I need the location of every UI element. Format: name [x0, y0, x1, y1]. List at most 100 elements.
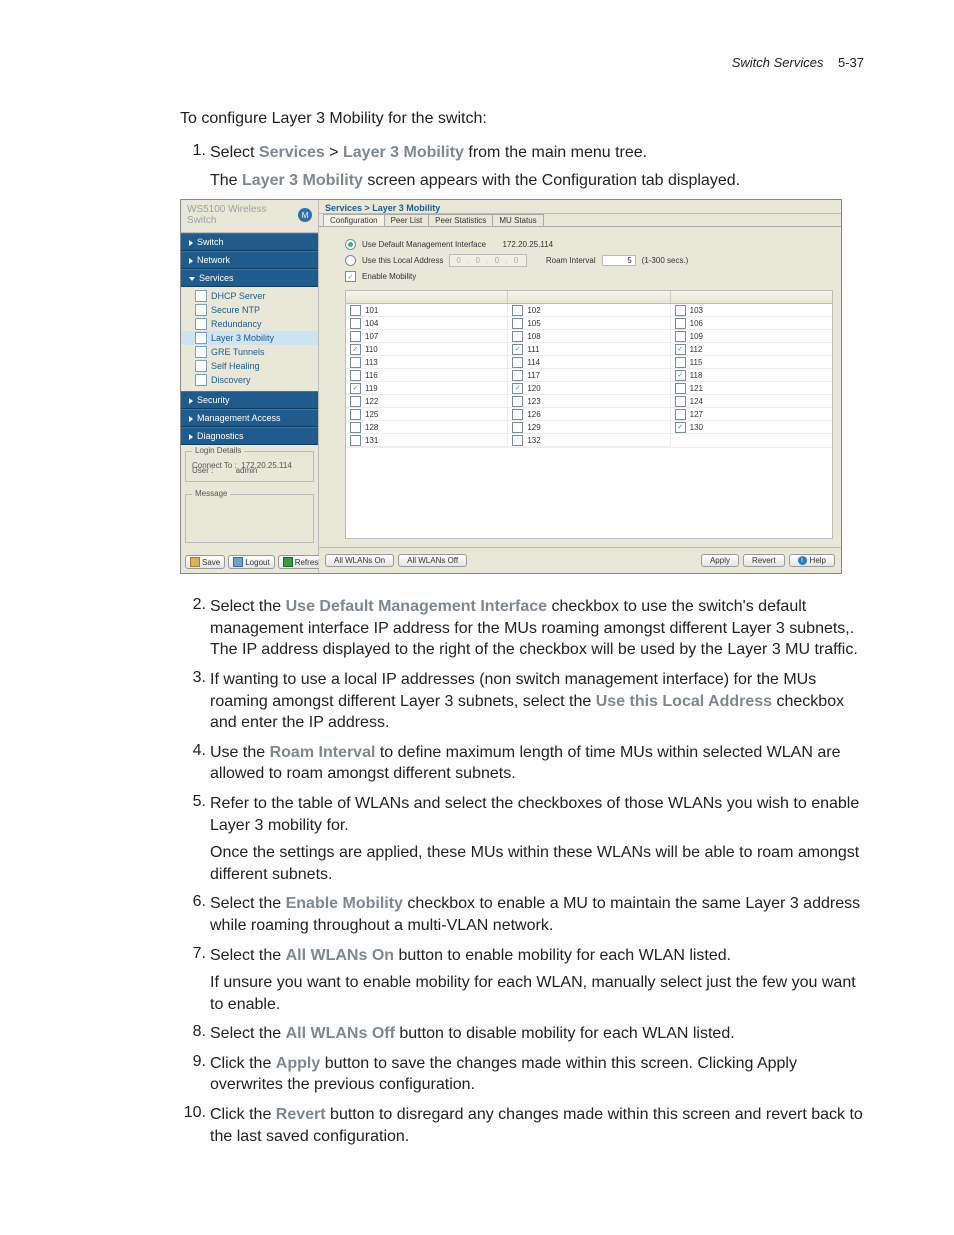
wlan-cell[interactable]: ✓130 — [671, 421, 832, 434]
wlan-checkbox[interactable] — [512, 409, 523, 420]
local-ip-input[interactable]: 0 . 0 . 0 . 0 — [449, 254, 527, 267]
wlan-checkbox[interactable] — [675, 318, 686, 329]
wlan-checkbox[interactable] — [350, 396, 361, 407]
wlan-checkbox[interactable]: ✓ — [675, 344, 686, 355]
wlan-cell[interactable]: 106 — [671, 317, 832, 330]
wlan-checkbox[interactable]: ✓ — [512, 344, 523, 355]
wlan-cell[interactable]: 117 — [508, 369, 669, 382]
wlan-checkbox[interactable] — [512, 331, 523, 342]
wlan-checkbox[interactable]: ✓ — [675, 370, 686, 381]
wlan-cell[interactable]: 116 — [346, 369, 507, 382]
logout-button[interactable]: Logout — [228, 555, 274, 569]
wlan-cell[interactable]: 115 — [671, 356, 832, 369]
server-icon — [195, 290, 207, 302]
tab-mu-status[interactable]: MU Status — [492, 214, 543, 226]
checkbox-enable-mobility[interactable]: ✓ — [345, 271, 356, 282]
wlan-cell[interactable]: 105 — [508, 317, 669, 330]
wlan-checkbox[interactable] — [675, 305, 686, 316]
wlan-checkbox[interactable] — [350, 331, 361, 342]
wlan-checkbox[interactable] — [675, 331, 686, 342]
wlan-checkbox[interactable] — [350, 357, 361, 368]
wlan-cell[interactable]: 124 — [671, 395, 832, 408]
wlan-cell[interactable]: ✓119 — [346, 382, 507, 395]
wlan-cell[interactable]: ✓110 — [346, 343, 507, 356]
wlan-checkbox[interactable] — [675, 383, 686, 394]
wlan-cell[interactable]: 109 — [671, 330, 832, 343]
wlan-checkbox[interactable] — [350, 422, 361, 433]
wlan-cell[interactable]: ✓112 — [671, 343, 832, 356]
wlan-checkbox[interactable]: ✓ — [675, 422, 686, 433]
wlan-checkbox[interactable]: ✓ — [512, 383, 523, 394]
tab-peer-statistics[interactable]: Peer Statistics — [428, 214, 493, 226]
wlan-checkbox[interactable] — [512, 435, 523, 446]
wlan-cell[interactable]: 104 — [346, 317, 507, 330]
subnav-selfhealing[interactable]: Self Healing — [181, 359, 318, 373]
help-button[interactable]: iHelp — [789, 554, 835, 567]
wlan-cell[interactable]: 128 — [346, 421, 507, 434]
wlan-cell[interactable]: 102 — [508, 304, 669, 317]
wlan-id: 121 — [690, 384, 703, 393]
subnav-ntp[interactable]: Secure NTP — [181, 303, 318, 317]
wlan-checkbox[interactable] — [512, 396, 523, 407]
all-wlans-off-button[interactable]: All WLANs Off — [398, 554, 467, 567]
wlan-cell[interactable]: 121 — [671, 382, 832, 395]
nav-diag[interactable]: Diagnostics — [181, 427, 318, 445]
wlan-checkbox[interactable] — [512, 305, 523, 316]
tab-peer-list[interactable]: Peer List — [384, 214, 430, 226]
wlan-cell[interactable]: 123 — [508, 395, 669, 408]
nav-services[interactable]: Services — [181, 269, 318, 287]
save-button[interactable]: Save — [185, 555, 225, 569]
subnav-dhcp[interactable]: DHCP Server — [181, 289, 318, 303]
wlan-cell[interactable]: 114 — [508, 356, 669, 369]
revert-button[interactable]: Revert — [743, 554, 785, 567]
subnav-l3mobility[interactable]: Layer 3 Mobility — [181, 331, 318, 345]
wlan-cell[interactable]: 126 — [508, 408, 669, 421]
wlan-cell[interactable]: 132 — [508, 434, 669, 447]
subnav-redundancy[interactable]: Redundancy — [181, 317, 318, 331]
nav-network[interactable]: Network — [181, 251, 318, 269]
wlan-cell[interactable]: 122 — [346, 395, 507, 408]
wlan-checkbox[interactable] — [512, 357, 523, 368]
wlan-checkbox[interactable] — [675, 409, 686, 420]
nav-switch[interactable]: Switch — [181, 233, 318, 251]
wlan-cell[interactable]: 107 — [346, 330, 507, 343]
roam-interval-input[interactable]: 5 — [602, 255, 636, 266]
wlan-cell[interactable]: ✓111 — [508, 343, 669, 356]
wlan-cell[interactable]: 131 — [346, 434, 507, 447]
step-number: 6. — [180, 893, 210, 936]
wlan-checkbox[interactable] — [675, 396, 686, 407]
wlan-cell[interactable]: 125 — [346, 408, 507, 421]
nav-mgmt[interactable]: Management Access — [181, 409, 318, 427]
wlan-checkbox[interactable]: ✓ — [350, 344, 361, 355]
apply-button[interactable]: Apply — [701, 554, 739, 567]
wlan-cell[interactable]: 113 — [346, 356, 507, 369]
wlan-checkbox[interactable] — [350, 435, 361, 446]
wlan-cell[interactable]: ✓118 — [671, 369, 832, 382]
step-number: 3. — [180, 669, 210, 734]
label-enable-mobility: Enable Mobility — [362, 272, 416, 281]
wlan-checkbox[interactable] — [675, 357, 686, 368]
wlan-checkbox[interactable] — [512, 422, 523, 433]
radio-default-mgmt[interactable] — [345, 239, 356, 250]
subnav-gre[interactable]: GRE Tunnels — [181, 345, 318, 359]
all-wlans-on-button[interactable]: All WLANs On — [325, 554, 394, 567]
subnav-discovery[interactable]: Discovery — [181, 373, 318, 387]
wlan-cell[interactable]: 108 — [508, 330, 669, 343]
wlan-cell[interactable]: 129 — [508, 421, 669, 434]
wlan-checkbox[interactable] — [512, 370, 523, 381]
wlan-checkbox[interactable] — [350, 318, 361, 329]
wlan-cell[interactable]: ✓ 120 — [508, 382, 669, 395]
wlan-checkbox[interactable] — [350, 409, 361, 420]
wlan-cell[interactable]: 127 — [671, 408, 832, 421]
wlan-cell[interactable]: 101 — [346, 304, 507, 317]
wlan-cell[interactable]: 103 — [671, 304, 832, 317]
wlan-checkbox[interactable] — [512, 318, 523, 329]
wlan-checkbox[interactable] — [350, 370, 361, 381]
nav-security[interactable]: Security — [181, 391, 318, 409]
wlan-checkbox[interactable]: ✓ — [350, 383, 361, 394]
radio-local-addr[interactable] — [345, 255, 356, 266]
wlan-id: 120 — [527, 384, 540, 393]
wlan-id: 102 — [527, 306, 540, 315]
tab-configuration[interactable]: Configuration — [323, 214, 385, 226]
wlan-checkbox[interactable] — [350, 305, 361, 316]
